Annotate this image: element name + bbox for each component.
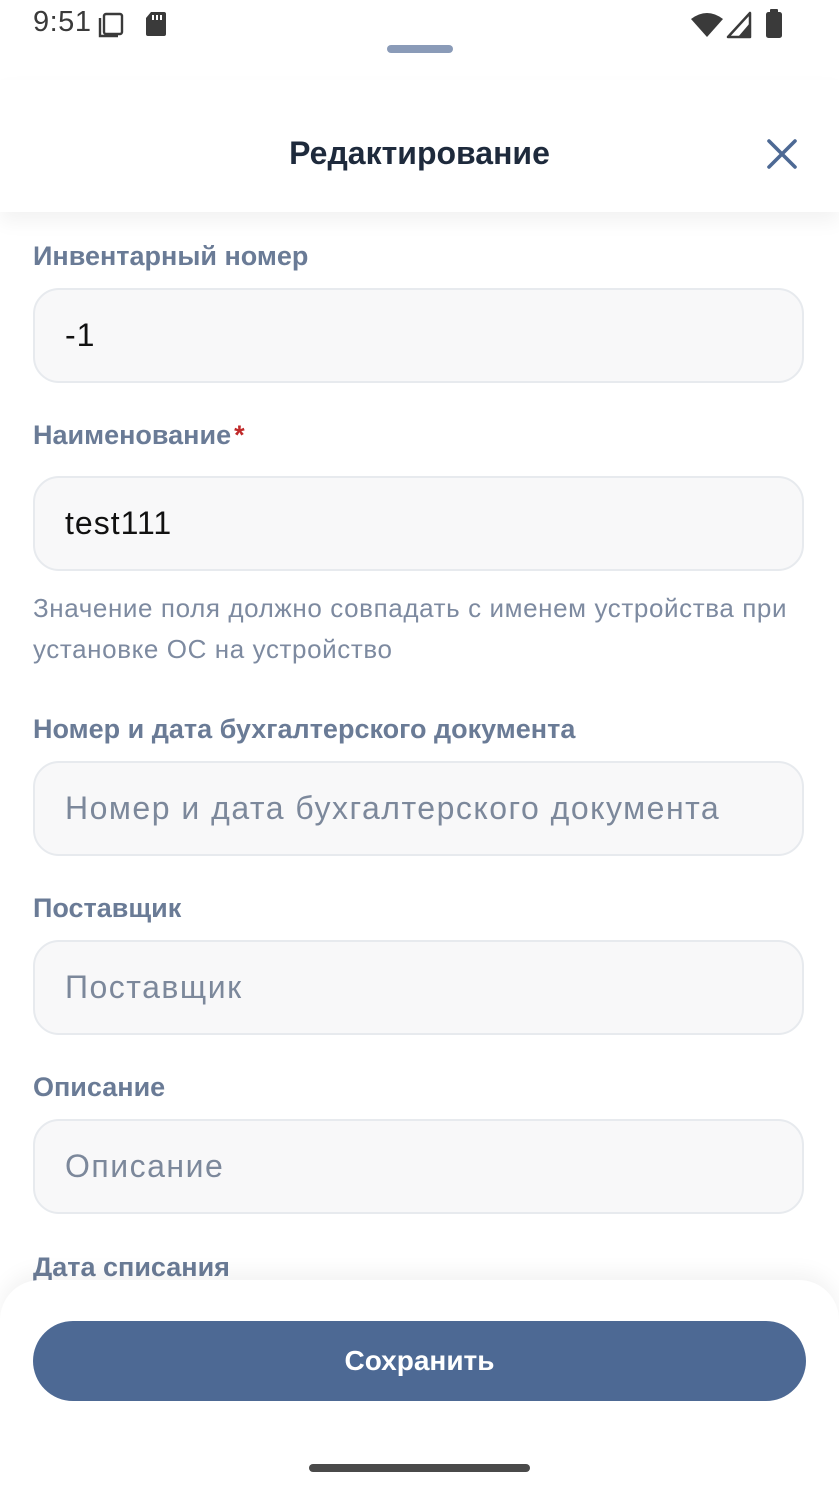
sheet-footer: Сохранить: [0, 1280, 839, 1492]
sheet-drag-handle[interactable]: [387, 45, 453, 53]
description-label: Описание: [33, 1072, 166, 1102]
description-input[interactable]: [65, 1121, 765, 1212]
name-input[interactable]: [65, 478, 765, 569]
write-off-date-label: Дата списания: [33, 1252, 230, 1282]
battery-icon: [765, 9, 783, 39]
signal-icon: [726, 11, 752, 39]
home-indicator[interactable]: [309, 1464, 530, 1472]
wifi-icon: [690, 12, 724, 38]
description-field-box[interactable]: [33, 1119, 804, 1214]
name-label-text: Наименование: [33, 420, 232, 450]
close-button[interactable]: [760, 132, 804, 176]
save-button[interactable]: Сохранить: [33, 1321, 806, 1401]
supplier-field-box[interactable]: [33, 940, 804, 1035]
name-hint: Значение поля должно совпадать с именем …: [33, 593, 788, 664]
supplier-label: Поставщик: [33, 893, 182, 923]
accounting-document-input[interactable]: [65, 763, 765, 854]
edit-form: Инвентарный номер Наименование* Значение…: [0, 212, 839, 1292]
sheet-header: Редактирование: [0, 80, 839, 212]
page-title: Редактирование: [289, 135, 550, 171]
sd-card-icon: [145, 11, 167, 37]
inventory-number-label: Инвентарный номер: [33, 241, 309, 271]
accounting-document-field-box[interactable]: [33, 761, 804, 856]
required-mark: *: [234, 420, 245, 450]
close-icon: [767, 139, 797, 169]
status-bar: 9:51: [0, 0, 839, 50]
screenshot-icon: [98, 12, 124, 38]
status-time: 9:51: [33, 6, 92, 38]
edit-sheet-screen: 9:51 Редактирование Инвентарный номер -1…: [0, 0, 839, 1492]
name-label: Наименование *: [33, 420, 245, 451]
inventory-number-field-box[interactable]: [33, 288, 804, 383]
name-field-box[interactable]: [33, 476, 804, 571]
supplier-input[interactable]: [65, 942, 765, 1033]
accounting-document-label: Номер и дата бухгалтерского документа: [33, 714, 576, 744]
inventory-number-input[interactable]: [65, 290, 765, 381]
